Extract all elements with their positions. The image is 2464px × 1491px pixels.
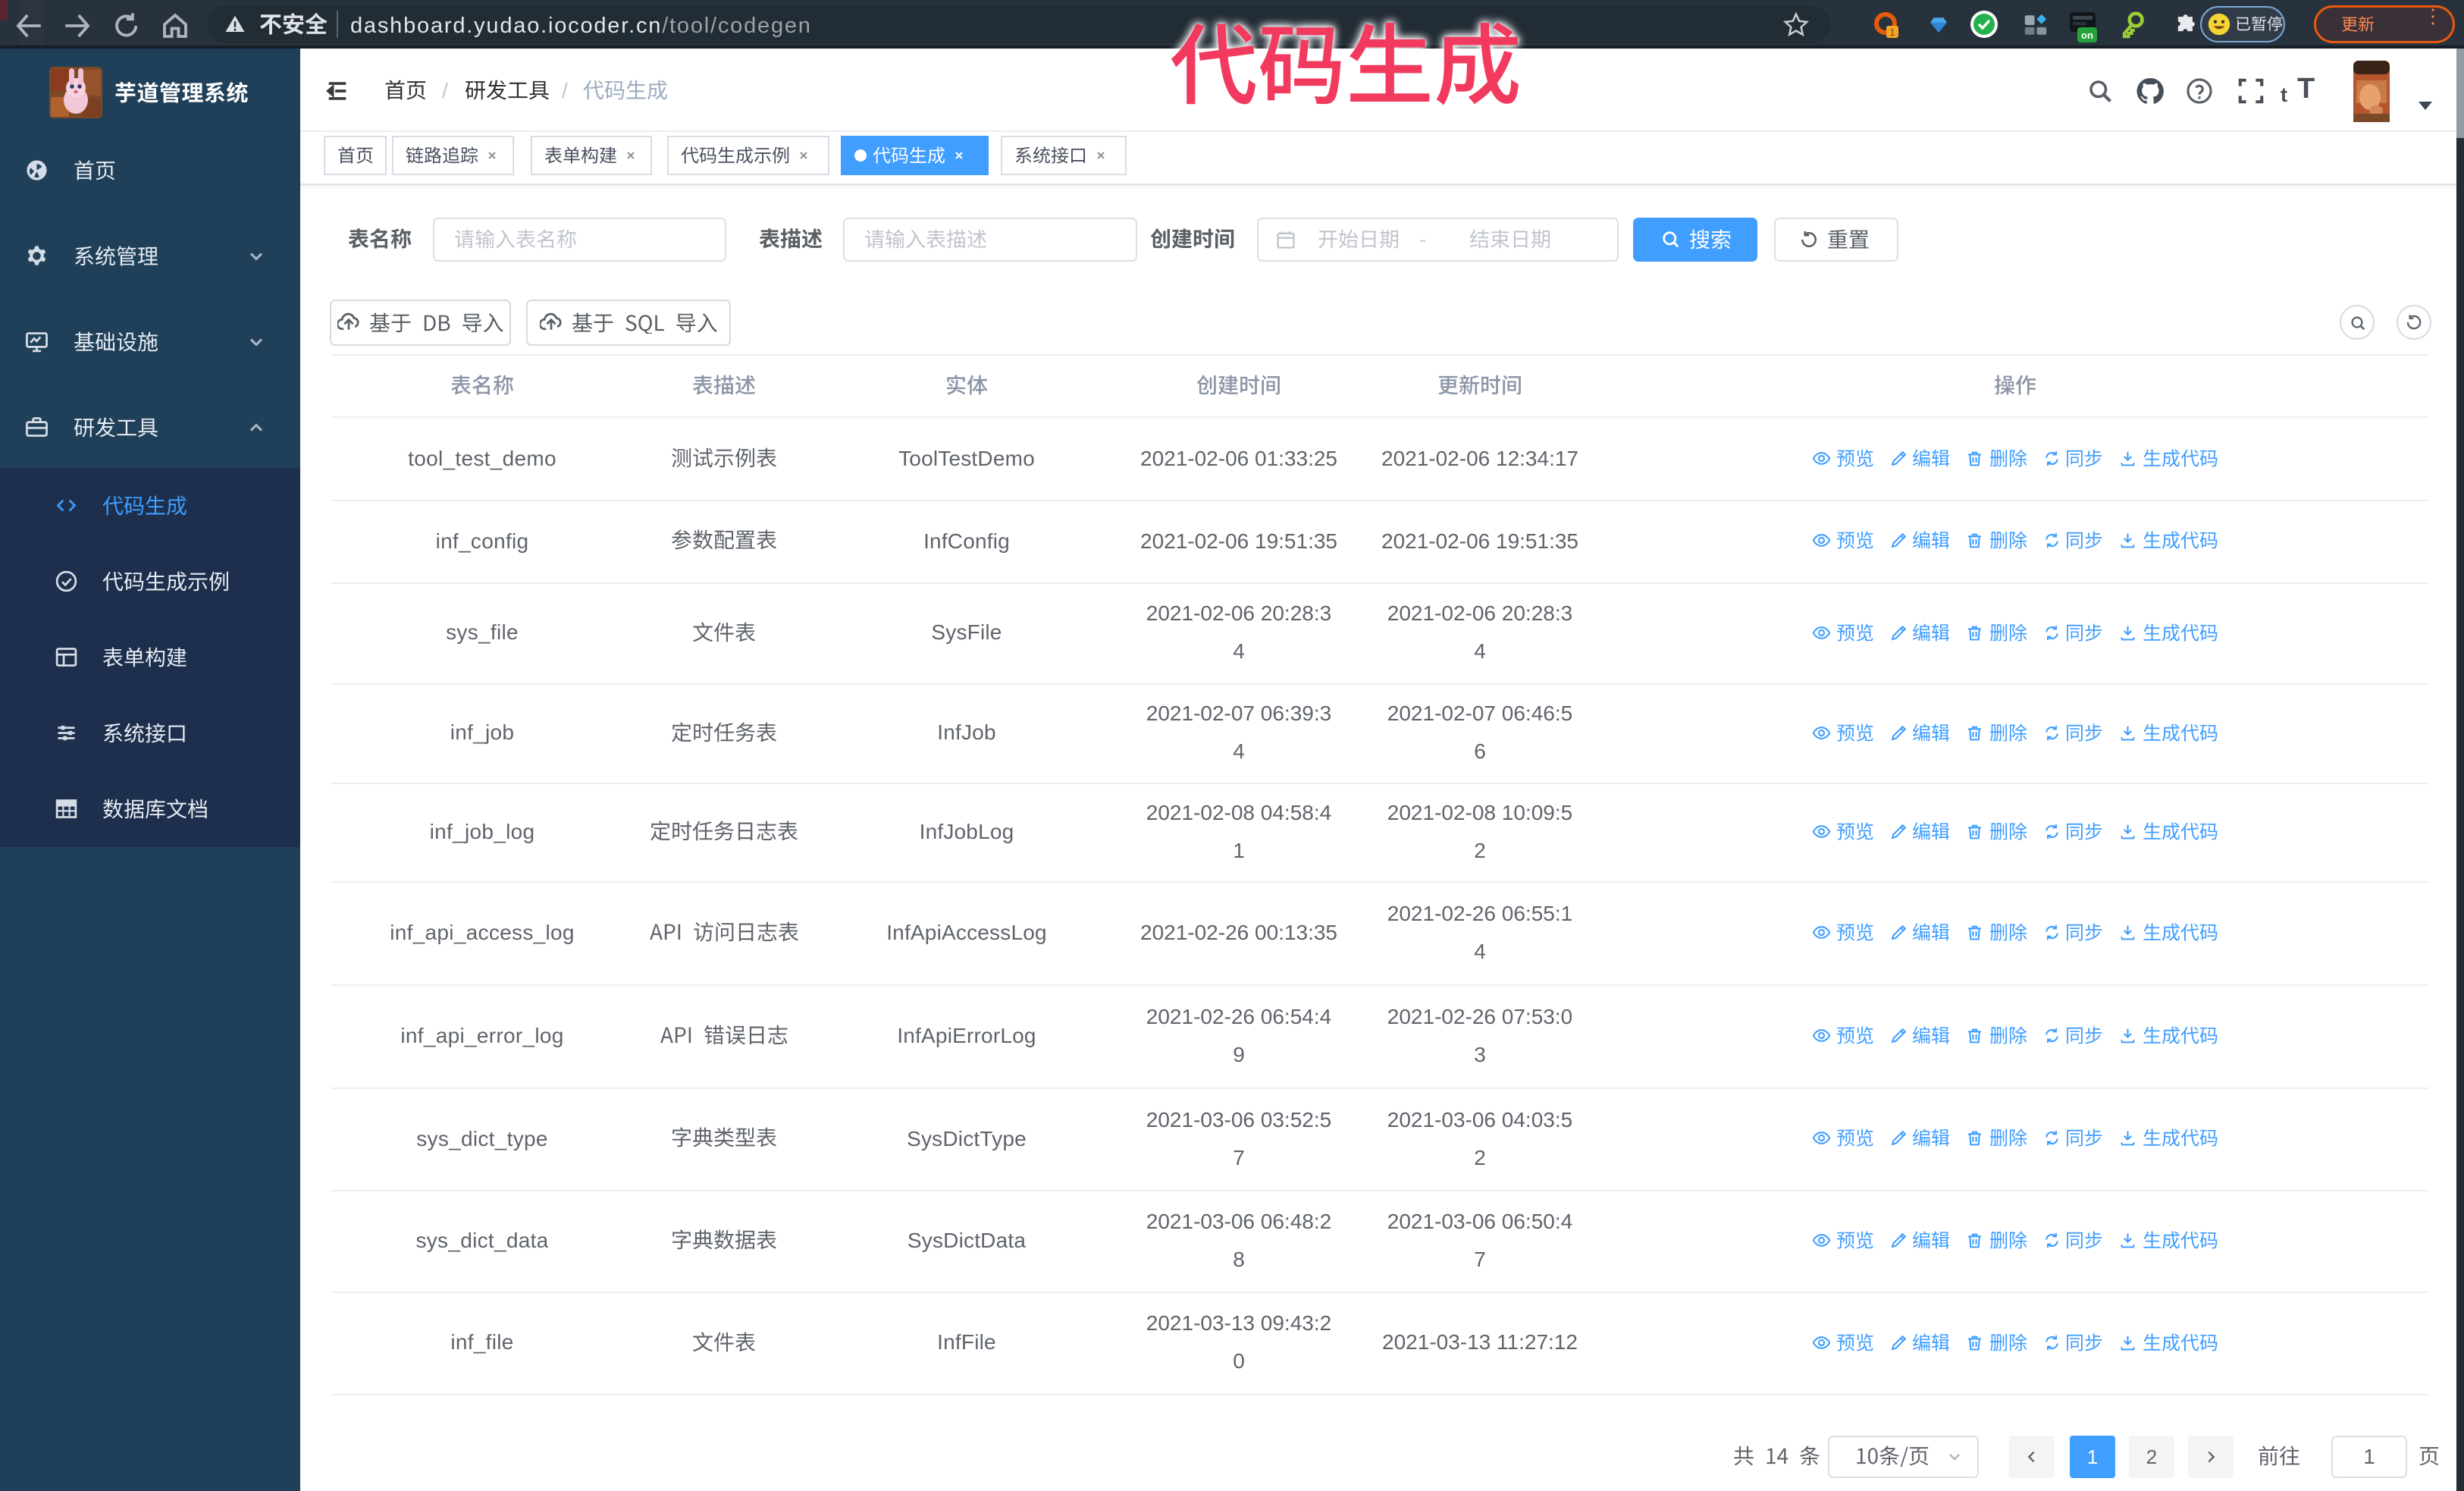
svg-text:1: 1: [1889, 27, 1895, 38]
svg-text:on: on: [2081, 30, 2093, 41]
